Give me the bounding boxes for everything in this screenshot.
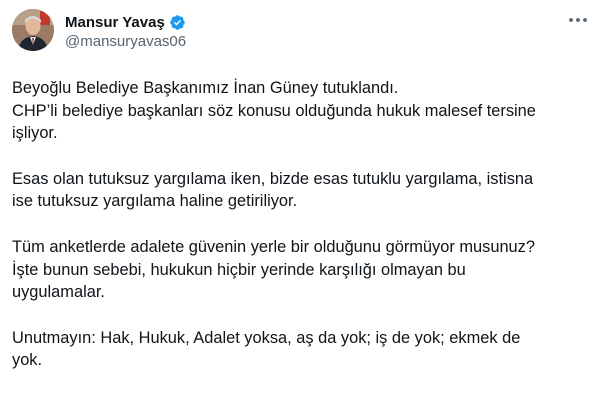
tweet-line: yok. bbox=[12, 351, 43, 370]
avatar[interactable] bbox=[12, 9, 54, 51]
tweet-line: uygulamalar. bbox=[12, 283, 105, 302]
tweet-line: Beyoğlu Belediye Başkanımız İnan Güney t… bbox=[12, 79, 399, 97]
tweet-line: CHP’li belediye başkanları söz konusu ol… bbox=[12, 101, 536, 120]
display-name[interactable]: Mansur Yavaş bbox=[65, 14, 165, 31]
tweet-line: Unutmayın: Hak, Hukuk, Adalet yoksa, aş … bbox=[12, 328, 521, 347]
tweet-text: Beyoğlu Belediye Başkanımız İnan Güney t… bbox=[12, 77, 587, 372]
tweet-line: işliyor. bbox=[12, 124, 58, 143]
verified-badge-icon bbox=[169, 14, 186, 31]
tweet-line: Tüm anketlerde adalete güvenin yerle bir… bbox=[12, 237, 535, 256]
profile-photo-icon bbox=[12, 9, 54, 51]
tweet-header: Mansur Yavaş @mansuryavas06 bbox=[12, 8, 587, 60]
tweet-card: Mansur Yavaş @mansuryavas06 Beyoğlu Bele… bbox=[0, 0, 601, 402]
more-options-icon[interactable] bbox=[567, 12, 589, 28]
author-handle[interactable]: @mansuryavas06 bbox=[65, 33, 186, 50]
author-identity: Mansur Yavaş @mansuryavas06 bbox=[65, 12, 186, 51]
tweet-line: İşte bunun sebebi, hukukun hiçbir yerind… bbox=[12, 260, 466, 279]
name-row: Mansur Yavaş bbox=[65, 12, 186, 32]
tweet-line: Esas olan tutuksuz yargılama iken, bizde… bbox=[12, 169, 534, 188]
tweet-line: ise tutuksuz yargılama haline getiriliyo… bbox=[12, 192, 298, 211]
